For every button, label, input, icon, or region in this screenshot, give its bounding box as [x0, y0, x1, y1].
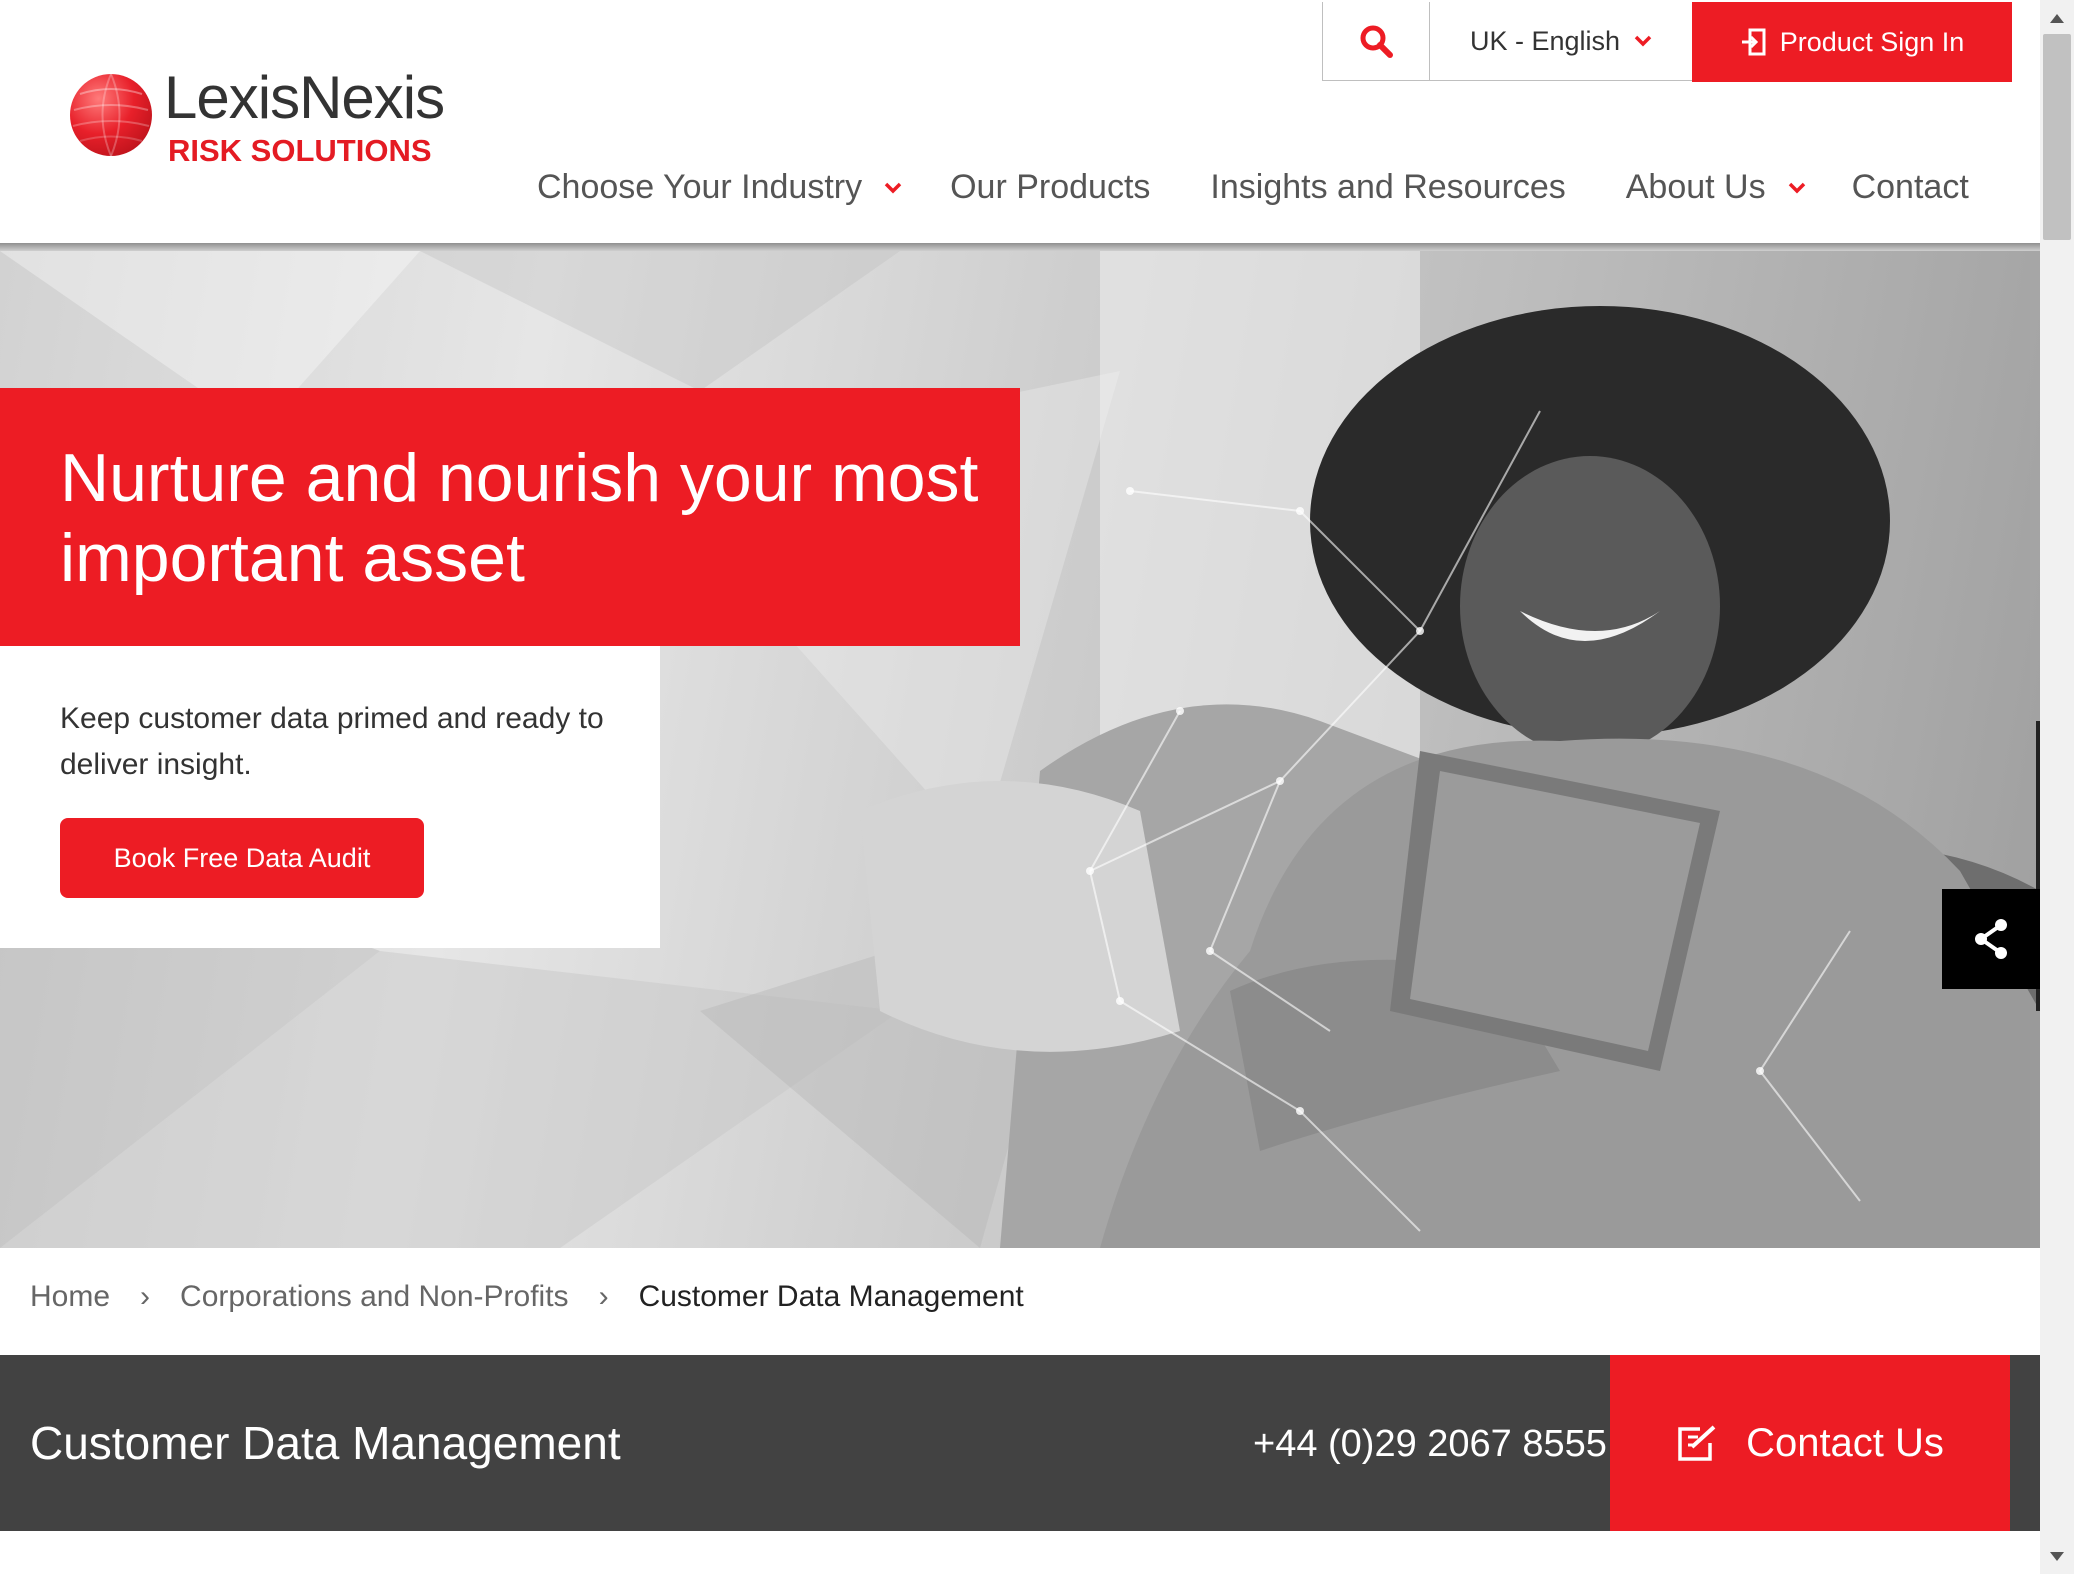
nav-item-our-products[interactable]: Our Products	[950, 168, 1150, 207]
language-label: UK - English	[1469, 25, 1621, 56]
header-divider	[0, 243, 2040, 251]
nav-item-label: About Us	[1625, 168, 1766, 206]
search-button[interactable]	[1322, 2, 1430, 81]
language-selector[interactable]: UK - English	[1430, 2, 1692, 81]
share-icon	[1975, 919, 2007, 959]
site-header: LexisNexis RISK SOLUTIONS UK - English P…	[0, 0, 2040, 251]
sign-in-icon	[1741, 28, 1766, 56]
scroll-down-arrow-icon[interactable]	[2050, 1552, 2064, 1561]
breadcrumb-current: Customer Data Management	[638, 1280, 1024, 1313]
breadcrumb-home[interactable]: Home	[30, 1280, 110, 1314]
breadcrumb: Home › Corporations and Non-Profits › Cu…	[30, 1280, 1024, 1314]
hero-title-panel: Nurture and nourish your most important …	[0, 388, 1020, 646]
nav-item-label: Our Products	[950, 168, 1151, 206]
logo-wordmark: LexisNexis	[164, 64, 445, 131]
scrollbar-thumb[interactable]	[2043, 34, 2071, 240]
product-sign-in-button[interactable]: Product Sign In	[1692, 2, 2012, 82]
share-button[interactable]	[1942, 889, 2040, 989]
edit-icon	[1678, 1425, 1716, 1461]
scroll-up-arrow-icon[interactable]	[2050, 14, 2064, 23]
page-scrollbar[interactable]	[2040, 0, 2074, 1574]
contact-us-button[interactable]: Contact Us	[1610, 1355, 2010, 1531]
nav-item-label: Insights and Resources	[1210, 168, 1566, 206]
breadcrumb-corporations[interactable]: Corporations and Non-Profits	[180, 1280, 569, 1314]
search-icon	[1360, 25, 1393, 58]
nav-item-label: Contact	[1851, 168, 1969, 206]
breadcrumb-separator: ›	[140, 1280, 151, 1313]
hero-subtitle-panel: Keep customer data primed and ready to d…	[0, 646, 660, 948]
nav-item-about-us[interactable]: About Us	[1626, 168, 1806, 207]
hero-subtitle: Keep customer data primed and ready to d…	[60, 702, 604, 781]
nav-item-insights-and-resources[interactable]: Insights and Resources	[1210, 168, 1565, 207]
nav-item-contact[interactable]: Contact	[1852, 168, 1969, 207]
logo-tagline: RISK SOLUTIONS	[168, 133, 432, 168]
chevron-down-icon	[884, 182, 902, 193]
sign-in-label: Product Sign In	[1779, 26, 1965, 57]
nav-item-label: Choose Your Industry	[537, 168, 863, 206]
chevron-down-icon	[1788, 182, 1805, 193]
hero-title: Nurture and nourish your most important …	[60, 440, 979, 596]
chevron-down-icon	[1634, 35, 1652, 47]
breadcrumb-separator: ›	[598, 1280, 609, 1313]
logo-globe-icon	[70, 74, 152, 156]
page-title: Customer Data Management	[30, 1417, 621, 1469]
book-free-data-audit-button[interactable]: Book Free Data Audit	[60, 818, 424, 898]
main-nav: Choose Your Industry Our Products Insigh…	[537, 168, 1969, 207]
lexisnexis-logo[interactable]: LexisNexis RISK SOLUTIONS	[70, 66, 490, 176]
contact-us-label: Contact Us	[1746, 1420, 1944, 1465]
utility-bar: UK - English Product Sign In	[1322, 2, 2012, 82]
page-title-bar: Customer Data Management +44 (0)29 2067 …	[0, 1355, 2040, 1531]
phone-number[interactable]: +44 (0)29 2067 8555	[1253, 1421, 1607, 1467]
nav-item-choose-your-industry[interactable]: Choose Your Industry	[537, 168, 902, 207]
hero-banner: Nurture and nourish your most important …	[0, 251, 2040, 1248]
